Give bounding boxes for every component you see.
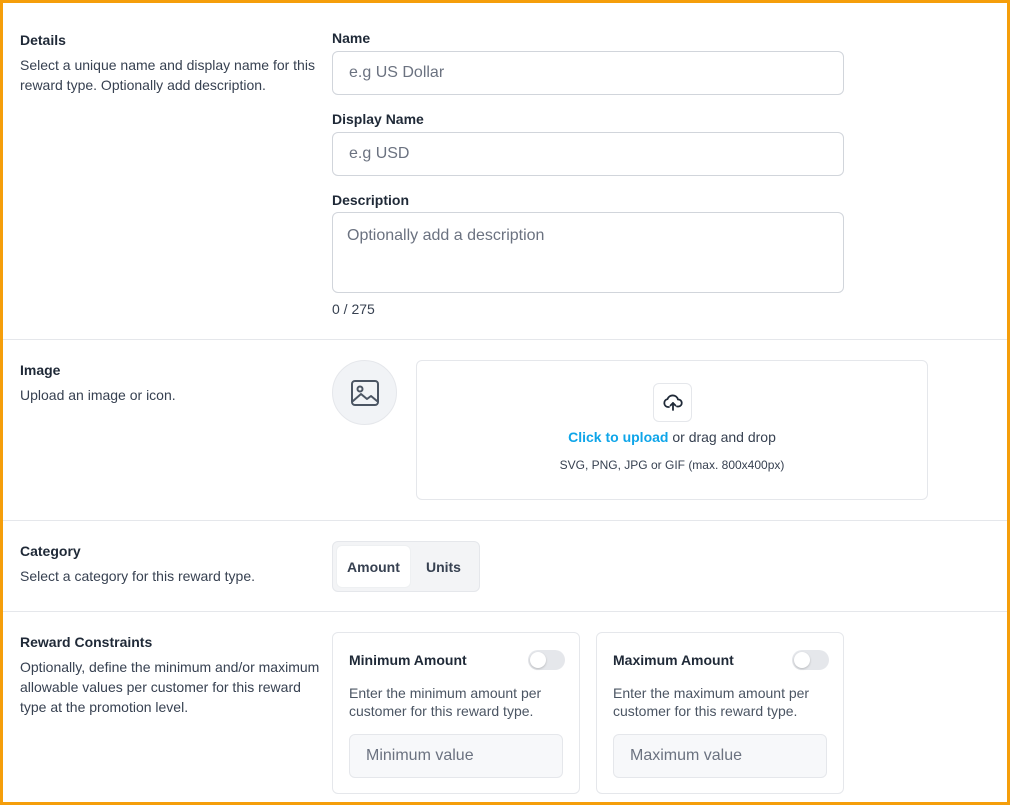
upload-dropzone[interactable]: Click to upload or drag and drop SVG, PN… <box>416 360 928 500</box>
upload-instructions: Click to upload or drag and drop <box>417 429 927 445</box>
image-description: Upload an image or icon. <box>20 387 176 403</box>
display-name-label: Display Name <box>332 111 424 127</box>
category-segmented-control: Amount Units <box>332 541 480 592</box>
minimum-amount-title: Minimum Amount <box>349 652 467 668</box>
maximum-amount-toggle[interactable] <box>792 650 829 670</box>
toggle-knob <box>530 652 546 668</box>
divider-image <box>3 520 1007 521</box>
name-input[interactable] <box>332 51 844 95</box>
toggle-knob <box>794 652 810 668</box>
name-label: Name <box>332 30 371 46</box>
cloud-upload-icon <box>662 394 683 411</box>
constraints-description: Optionally, define the minimum and/or ma… <box>20 659 320 715</box>
image-icon <box>350 379 379 406</box>
upload-button[interactable] <box>653 383 692 422</box>
maximum-amount-card: Maximum Amount Enter the maximum amount … <box>596 632 844 794</box>
description-label: Description <box>332 192 410 208</box>
upload-file-hint: SVG, PNG, JPG or GIF (max. 800x400px) <box>559 458 785 472</box>
image-title: Image <box>20 362 61 378</box>
minimum-value-input[interactable] <box>349 734 563 778</box>
maximum-amount-title: Maximum Amount <box>613 652 734 668</box>
category-description: Select a category for this reward type. <box>20 568 255 584</box>
category-title: Category <box>20 543 81 559</box>
details-description: Select a unique name and display name fo… <box>20 57 315 93</box>
maximum-amount-description: Enter the maximum amount per customer fo… <box>613 685 810 719</box>
display-name-input[interactable] <box>332 132 844 176</box>
description-char-counter: 0 / 275 <box>332 301 375 317</box>
form-frame: Details Select a unique name and display… <box>0 0 1010 805</box>
category-option-amount[interactable]: Amount <box>337 546 410 587</box>
constraints-title: Reward Constraints <box>20 634 153 650</box>
category-option-units[interactable]: Units <box>412 546 475 587</box>
image-preview <box>332 360 397 425</box>
drag-drop-text: or drag and drop <box>668 429 776 445</box>
minimum-amount-card: Minimum Amount Enter the minimum amount … <box>332 632 580 794</box>
description-textarea[interactable] <box>332 212 844 293</box>
divider-details <box>3 339 1007 340</box>
maximum-value-input[interactable] <box>613 734 827 778</box>
minimum-amount-description: Enter the minimum amount per customer fo… <box>349 685 542 719</box>
minimum-amount-toggle[interactable] <box>528 650 565 670</box>
divider-category <box>3 611 1007 612</box>
click-to-upload-link[interactable]: Click to upload <box>568 429 668 445</box>
details-title: Details <box>20 32 66 48</box>
